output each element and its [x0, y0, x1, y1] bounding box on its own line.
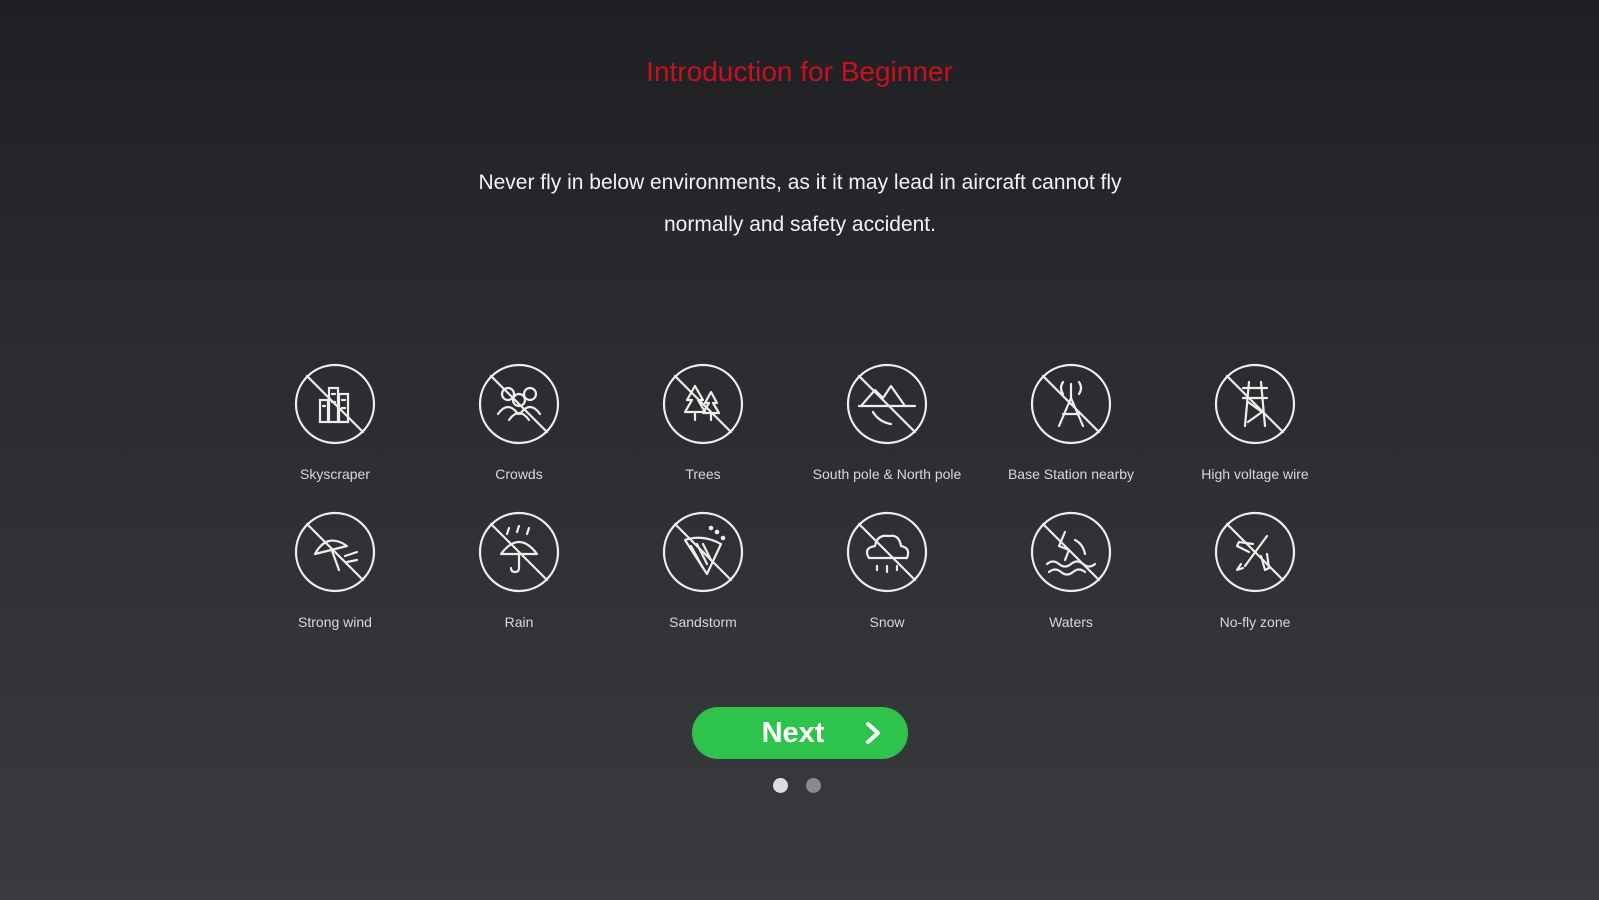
- skyscraper-icon: [294, 363, 376, 445]
- mountain-pole-icon: [846, 363, 928, 445]
- waters-icon: [1030, 511, 1112, 593]
- hazard-label: Skyscraper: [299, 466, 371, 482]
- next-button[interactable]: Next: [692, 707, 908, 759]
- hazard-label: Waters: [1049, 614, 1093, 630]
- hazard-label: No-fly zone: [1219, 614, 1291, 630]
- base-station-icon: [1030, 363, 1112, 445]
- page-indicator: [773, 778, 821, 793]
- rain-umbrella-icon: [478, 511, 560, 593]
- hazard-snow: Snow: [795, 510, 979, 630]
- page-dot-2[interactable]: [806, 778, 821, 793]
- crowds-icon: [478, 363, 560, 445]
- hazard-rain: Rain: [427, 510, 611, 630]
- subtitle-line-2: normally and safety accident.: [664, 213, 936, 236]
- high-voltage-tower-icon: [1214, 363, 1296, 445]
- hazard-grid: Skyscraper Crowds Trees South pole & Nor…: [243, 362, 1348, 630]
- next-button-label: Next: [761, 716, 825, 749]
- hazard-label: Base Station nearby: [1007, 466, 1135, 482]
- hazard-sandstorm: Sandstorm: [611, 510, 795, 630]
- hazard-label: Crowds: [495, 466, 543, 482]
- hazard-label: Snow: [869, 614, 905, 630]
- hazard-poles: South pole & North pole: [795, 362, 979, 482]
- hazard-label: Sandstorm: [669, 614, 737, 630]
- hazard-skyscraper: Skyscraper: [243, 362, 427, 482]
- hazard-waters: Waters: [979, 510, 1163, 630]
- hazard-label: Strong wind: [298, 614, 372, 630]
- subtitle-line-1: Never fly in below environments, as it i…: [478, 171, 1122, 194]
- intro-subtitle: Never fly in below environments, as it i…: [400, 162, 1200, 246]
- hazard-strong-wind: Strong wind: [243, 510, 427, 630]
- sandstorm-icon: [662, 511, 744, 593]
- strong-wind-icon: [294, 511, 376, 593]
- hazard-crowds: Crowds: [427, 362, 611, 482]
- page-dot-1[interactable]: [773, 778, 788, 793]
- hazard-high-voltage: High voltage wire: [1163, 362, 1347, 482]
- hazard-label: High voltage wire: [1201, 466, 1309, 482]
- hazard-base-station: Base Station nearby: [979, 362, 1163, 482]
- trees-icon: [662, 363, 744, 445]
- hazard-label: Rain: [504, 614, 534, 630]
- chevron-right-icon: [866, 722, 880, 744]
- intro-title: Introduction for Beginner: [646, 56, 953, 87]
- hazard-label: South pole & North pole: [812, 466, 962, 482]
- no-fly-zone-icon: [1214, 511, 1296, 593]
- hazard-no-fly-zone: No-fly zone: [1163, 510, 1347, 630]
- hazard-label: Trees: [685, 466, 721, 482]
- hazard-trees: Trees: [611, 362, 795, 482]
- snow-cloud-icon: [846, 511, 928, 593]
